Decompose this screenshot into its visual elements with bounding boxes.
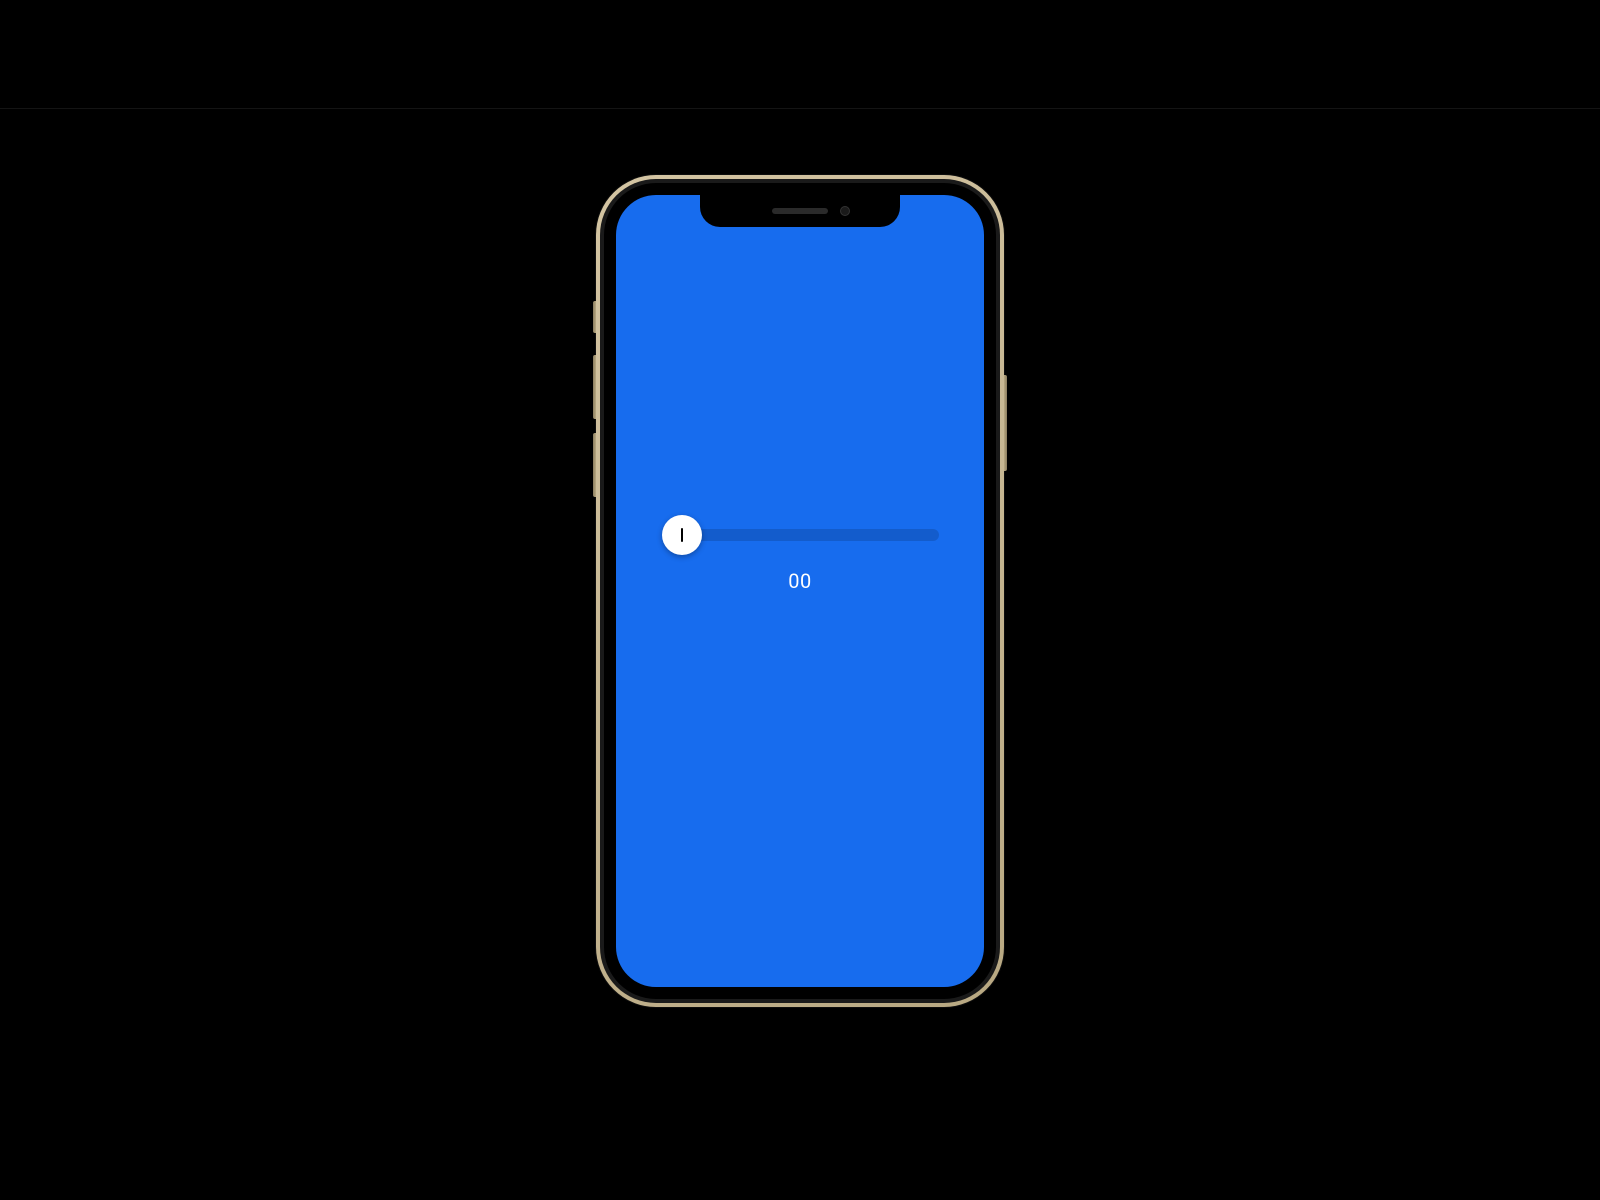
volume-down-button: [593, 433, 596, 497]
phone-screen: 00: [616, 195, 984, 987]
volume-up-button: [593, 355, 596, 419]
value-slider[interactable]: [662, 515, 939, 555]
phone-mockup-frame: 00: [596, 175, 1004, 1007]
slider-value-label: 00: [788, 569, 811, 593]
app-content: 00: [616, 515, 984, 593]
power-button: [1004, 375, 1007, 471]
thumb-tick-icon: [681, 528, 683, 542]
phone-notch: [700, 195, 900, 227]
slider-thumb[interactable]: [662, 515, 702, 555]
top-divider: [0, 108, 1600, 109]
camera-icon: [840, 206, 850, 216]
phone-frame-inner: 00: [600, 179, 1000, 1003]
speaker-icon: [772, 208, 828, 214]
slider-track: [674, 529, 939, 541]
phone-bezel: 00: [604, 183, 996, 999]
mute-switch: [593, 301, 596, 333]
